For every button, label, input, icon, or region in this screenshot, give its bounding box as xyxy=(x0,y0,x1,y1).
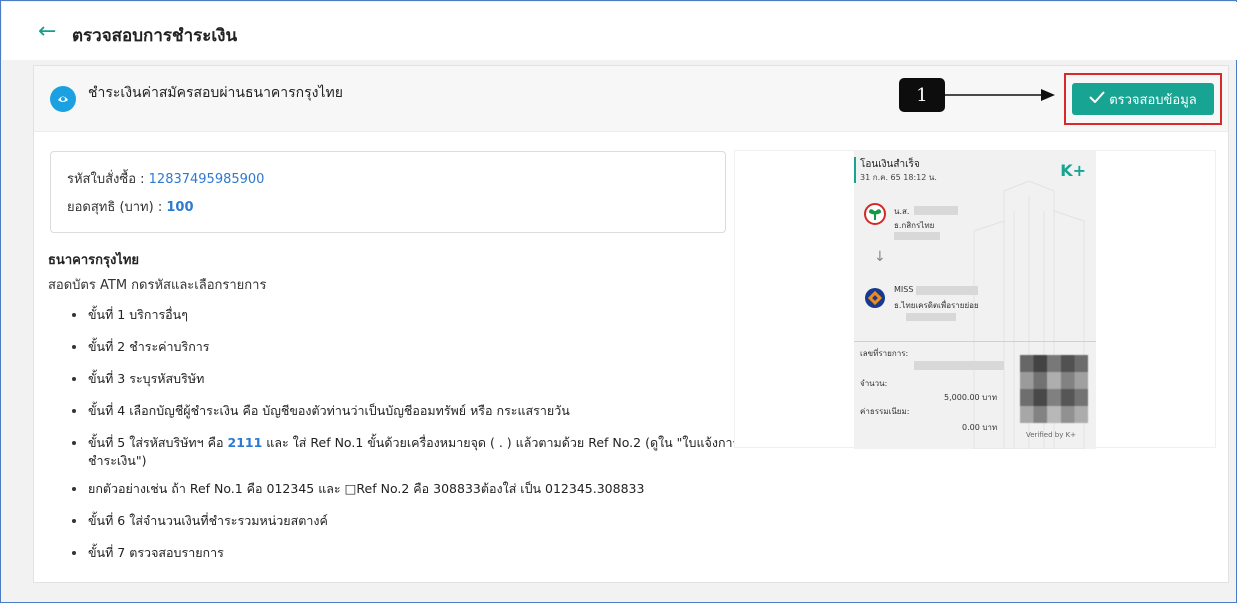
step-example: ยกตัวอย่างเช่น ถ้า Ref No.1 คือ 012345 แ… xyxy=(70,480,760,498)
verify-data-button[interactable]: ตรวจสอบข้อมูล xyxy=(1072,83,1214,115)
step-item: ขั้นที่ 4 เลือกบัญชีผู้ชำระเงิน คือ บัญช… xyxy=(70,402,760,420)
step-item: ขั้นที่ 1 บริการอื่นๆ xyxy=(70,306,760,324)
atm-intro-text: สอดบัตร ATM กดรหัสและเลือกรายการ xyxy=(48,278,267,293)
slip-date: 31 ก.ค. 65 18:12 น. xyxy=(860,173,937,182)
sender-bank: ธ.กสิกรไทย xyxy=(894,221,935,230)
arrow-left-icon[interactable]: ← xyxy=(38,20,56,44)
arrow-down-icon: ↓ xyxy=(874,249,886,265)
kasikorn-bank-logo-icon xyxy=(864,203,886,225)
transfer-slip-image: โอนเงินสำเร็จ 31 ก.ค. 65 18:12 น. K+ น.ส… xyxy=(854,151,1096,449)
thai-credit-bank-logo-icon xyxy=(865,288,885,308)
receiver-bank: ธ.ไทยเครดิตเพื่อรายย่อย xyxy=(894,301,979,310)
sender-name-blurred xyxy=(914,206,958,215)
verified-by-kplus: Verified by K+ xyxy=(1026,431,1077,439)
verify-highlight-box: ตรวจสอบข้อมูล xyxy=(1064,73,1222,125)
payment-method-title: ชำระเงินค่าสมัครสอบผ่านธนาคารกรุงไทย xyxy=(88,85,343,101)
amount-label: จำนวน: xyxy=(860,379,888,388)
fee-label: ค่าธรรมเนียม: xyxy=(860,407,910,416)
kplus-logo: K+ xyxy=(1060,161,1086,180)
company-code: 2111 xyxy=(227,435,263,450)
step5-text-start: ขั้นที่ 5 ใส่รหัสบริษัทฯ คือ xyxy=(88,435,228,450)
top-bar: ← ตรวจสอบการชำระเงิน xyxy=(2,2,1237,60)
step-item-5: ขั้นที่ 5 ใส่รหัสบริษัทฯ คือ 2111 และ ใส… xyxy=(70,434,760,470)
bank-name-heading: ธนาคารกรุงไทย xyxy=(48,253,140,268)
verify-button-label: ตรวจสอบข้อมูล xyxy=(1109,92,1197,108)
app-window: ← ตรวจสอบการชำระเงิน ชำระเงินค่าสมัครสอบ… xyxy=(0,0,1237,603)
net-amount-row: ยอดสุทธิ (บาท) : 100 xyxy=(67,196,194,217)
step-item: ขั้นที่ 3 ระบุรหัสบริษัท xyxy=(70,370,760,388)
callout-arrow-icon xyxy=(945,89,1055,101)
receiver-account-blurred xyxy=(906,313,956,321)
slip-accent-bar xyxy=(854,157,856,183)
amount-value: 5,000.00 บาท xyxy=(944,393,998,402)
order-summary-box: รหัสใบสั่งซื้อ : 12837495985900 ยอดสุทธิ… xyxy=(50,151,726,233)
order-code-row: รหัสใบสั่งซื้อ : 12837495985900 xyxy=(67,168,264,189)
step-item: ขั้นที่ 2 ชำระค่าบริการ xyxy=(70,338,760,356)
page-title: ตรวจสอบการชำระเงิน xyxy=(72,26,238,46)
slip-title: โอนเงินสำเร็จ xyxy=(860,159,920,170)
check-icon xyxy=(1089,91,1105,107)
qr-code-blurred xyxy=(1020,355,1088,423)
payment-slip-preview: โอนเงินสำเร็จ 31 ก.ค. 65 18:12 น. K+ น.ส… xyxy=(734,150,1216,449)
step-item: ขั้นที่ 6 ใส่จำนวนเงินที่ชำระรวมหน่วยสตา… xyxy=(70,512,760,530)
kplus-logo-text: K+ xyxy=(1060,161,1086,180)
payment-steps-list: ขั้นที่ 1 บริการอื่นๆ ขั้นที่ 2 ชำระค่าบ… xyxy=(70,306,760,562)
krungthai-bank-logo-icon xyxy=(50,86,76,112)
net-amount-value: 100 xyxy=(166,200,194,215)
card-header: ชำระเงินค่าสมัครสอบผ่านธนาคารกรุงไทย 1 ต… xyxy=(34,66,1228,132)
fee-value: 0.00 บาท xyxy=(962,423,998,432)
step-number-badge: 1 xyxy=(899,78,945,112)
payment-card: ชำระเงินค่าสมัครสอบผ่านธนาคารกรุงไทย 1 ต… xyxy=(33,65,1229,583)
slip-divider xyxy=(854,341,1096,342)
order-code-label: รหัสใบสั่งซื้อ : xyxy=(67,172,145,187)
receiver-prefix: MISS xyxy=(894,285,914,294)
step-item: ขั้นที่ 7 ตรวจสอบรายการ xyxy=(70,544,760,562)
reference-number-blurred xyxy=(914,361,1004,370)
receiver-name-blurred xyxy=(916,286,978,295)
reference-label: เลขที่รายการ: xyxy=(860,349,909,358)
sender-prefix: น.ส. xyxy=(894,207,910,216)
sender-account-blurred xyxy=(894,232,940,240)
order-code-value: 12837495985900 xyxy=(148,172,265,187)
net-amount-label: ยอดสุทธิ (บาท) : xyxy=(67,200,163,215)
